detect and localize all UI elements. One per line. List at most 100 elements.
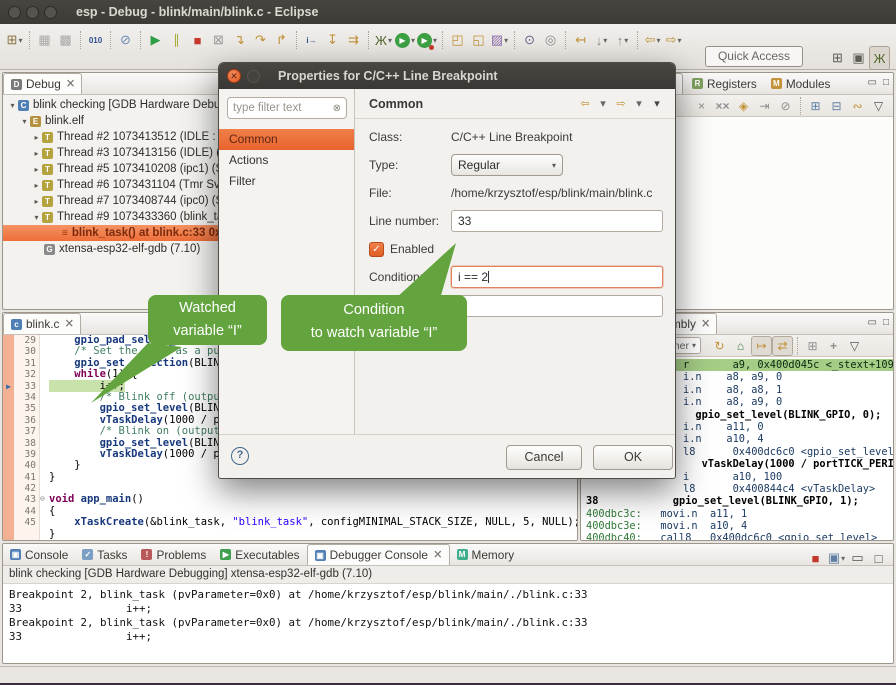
drop-to-frame-icon[interactable]: ↧ — [322, 28, 343, 52]
use-step-filters-icon[interactable]: ⇉ — [343, 28, 364, 52]
view-menu-icon[interactable]: ▽ — [844, 336, 865, 356]
type-combo[interactable]: Regular▾ — [451, 154, 563, 176]
minimize-icon[interactable]: ▭ — [847, 546, 868, 570]
minimize-icon[interactable]: ▭ — [868, 77, 877, 88]
track-expression-icon[interactable]: ↦ — [751, 336, 772, 356]
tree-arrow-icon[interactable]: ▾ — [31, 213, 42, 222]
back-icon[interactable]: ⇦ — [577, 95, 593, 113]
show-breakpoints-supported-icon[interactable]: ◈ — [733, 96, 754, 116]
mark-occurrences-icon[interactable]: ◎ — [540, 28, 561, 52]
maximize-icon[interactable]: □ — [868, 546, 889, 570]
tree-arrow-icon[interactable]: ▸ — [31, 149, 42, 158]
tab-debug[interactable]: D Debug 🗙 — [3, 73, 82, 94]
refresh-icon[interactable]: ↻ — [709, 336, 730, 356]
next-annotation-icon[interactable]: ↓▾ — [591, 28, 612, 52]
home-icon[interactable]: ⌂ — [730, 336, 751, 356]
tree-arrow-icon[interactable]: ▸ — [31, 165, 42, 174]
minimize-icon[interactable]: ▭ — [868, 317, 877, 328]
tab-executables[interactable]: ▶Executables — [213, 544, 306, 565]
annotate-icon[interactable]: ▨▾ — [489, 28, 510, 52]
tab-problems[interactable]: !Problems — [134, 544, 213, 565]
dialog-nav-item-filter[interactable]: Filter — [219, 171, 354, 192]
view-menu-icon[interactable]: ▾ — [649, 95, 665, 113]
forward-icon[interactable]: ⇨▾ — [663, 28, 684, 52]
binary-icon[interactable]: 010 — [85, 28, 106, 52]
back-dropdown-icon[interactable]: ▾ — [595, 95, 611, 113]
tree-arrow-icon[interactable]: ▾ — [19, 117, 30, 126]
dialog-nav-item-common[interactable]: Common — [219, 129, 354, 150]
link-with-debug-view-icon[interactable]: ∾ — [847, 96, 868, 116]
console-output[interactable]: Breakpoint 2, blink_task (pvParameter=0x… — [3, 584, 893, 663]
remove-breakpoint-icon[interactable]: × — [691, 96, 712, 116]
tree-arrow-icon[interactable]: ▾ — [7, 101, 18, 110]
skip-all-breakpoints-icon[interactable]: ⊘ — [115, 28, 136, 52]
search-icon[interactable]: ⊙ — [519, 28, 540, 52]
ignore-count-input[interactable]: 0 — [451, 295, 663, 317]
close-icon[interactable]: 🗙 — [434, 547, 442, 564]
open-resource-icon[interactable]: ◱ — [468, 28, 489, 52]
close-icon[interactable]: 🗙 — [65, 316, 73, 333]
tab-blink-c[interactable]: c blink.c 🗙 — [3, 313, 81, 334]
tab-console[interactable]: ▣Console — [3, 544, 75, 565]
tab-tasks[interactable]: ✓Tasks — [75, 544, 134, 565]
new-wizard-icon[interactable]: ⊞▾ — [4, 28, 25, 52]
save-icon[interactable]: ▦ — [34, 28, 55, 52]
step-over-icon[interactable]: ↷ — [250, 28, 271, 52]
quick-access-button[interactable]: Quick Access — [705, 46, 803, 67]
window-minimize-icon[interactable] — [26, 6, 39, 19]
collapse-all-icon[interactable]: ⊟ — [826, 96, 847, 116]
debug-icon[interactable]: Ж▾ — [373, 28, 394, 52]
suspend-icon[interactable]: ∥ — [166, 28, 187, 52]
maximize-icon[interactable]: □ — [883, 77, 889, 88]
go-to-file-for-breakpoint-icon[interactable]: ⇥ — [754, 96, 775, 116]
tree-arrow-icon[interactable]: ▸ — [31, 133, 42, 142]
sync-with-active-context-icon[interactable]: ⇄ — [772, 336, 793, 356]
instruction-stepping-icon[interactable]: i→ — [301, 28, 322, 52]
expand-all-icon[interactable]: ⊞ — [805, 96, 826, 116]
pin-icon[interactable]: + — [823, 336, 844, 356]
forward-dropdown-icon[interactable]: ▾ — [631, 95, 647, 113]
cancel-button[interactable]: Cancel — [506, 445, 582, 470]
tree-arrow-icon[interactable]: ▸ — [31, 197, 42, 206]
tab-memory[interactable]: MMemory — [450, 544, 522, 565]
help-button[interactable]: ? — [231, 447, 249, 465]
maximize-icon[interactable]: □ — [883, 317, 889, 328]
save-all-icon[interactable]: ▩ — [55, 28, 76, 52]
condition-input[interactable]: i == 2 — [451, 266, 663, 288]
open-element-icon[interactable]: ◰ — [447, 28, 468, 52]
open-perspective-icon[interactable]: ⊞ — [827, 46, 848, 70]
close-icon[interactable]: 🗙 — [67, 76, 75, 93]
fold-marker-icon[interactable]: ⊖ — [40, 494, 49, 505]
run-icon[interactable]: ▶▾ — [394, 28, 416, 52]
external-tools-icon[interactable]: ▶▾ — [416, 28, 438, 52]
tree-arrow-icon[interactable]: ▸ — [31, 181, 42, 190]
dialog-nav-item-actions[interactable]: Actions — [219, 150, 354, 171]
perspective-debug-icon[interactable]: Ж — [869, 46, 890, 70]
dialog-close-icon[interactable]: ✕ — [227, 69, 241, 83]
back-icon[interactable]: ⇦▾ — [642, 28, 663, 52]
clear-filter-icon[interactable]: ⊗ — [333, 103, 341, 114]
remove-all-breakpoints-icon[interactable]: ×× — [712, 96, 733, 116]
open-new-view-icon[interactable]: ⊞ — [802, 336, 823, 356]
tab-debugger-console[interactable]: ▣Debugger Console🗙 — [307, 544, 450, 565]
close-icon[interactable]: 🗙 — [702, 316, 710, 333]
terminate-icon[interactable]: ■ — [187, 28, 208, 52]
line-number-input[interactable]: 33 — [451, 210, 663, 232]
step-into-icon[interactable]: ↴ — [229, 28, 250, 52]
tab-registers[interactable]: RRegisters — [685, 73, 764, 94]
previous-annotation-icon[interactable]: ↑▾ — [612, 28, 633, 52]
tab-modules[interactable]: MModules — [764, 73, 838, 94]
disconnect-icon[interactable]: ⊠ — [208, 28, 229, 52]
filter-input[interactable]: type filter text ⊗ — [227, 97, 347, 119]
perspective-cpp-icon[interactable]: ▣ — [848, 46, 869, 70]
view-menu-icon[interactable]: ▽ — [868, 96, 889, 116]
resume-icon[interactable]: ▶ — [145, 28, 166, 52]
window-close-icon[interactable] — [8, 6, 21, 19]
forward-icon[interactable]: ⇨ — [613, 95, 629, 113]
skip-all-breakpoints-icon[interactable]: ⊘ — [775, 96, 796, 116]
last-edit-location-icon[interactable]: ↤ — [570, 28, 591, 52]
ok-button[interactable]: OK — [593, 445, 673, 470]
display-selected-console-icon[interactable]: ▣▾ — [826, 546, 847, 570]
step-return-icon[interactable]: ↱ — [271, 28, 292, 52]
window-maximize-icon[interactable] — [44, 6, 57, 19]
